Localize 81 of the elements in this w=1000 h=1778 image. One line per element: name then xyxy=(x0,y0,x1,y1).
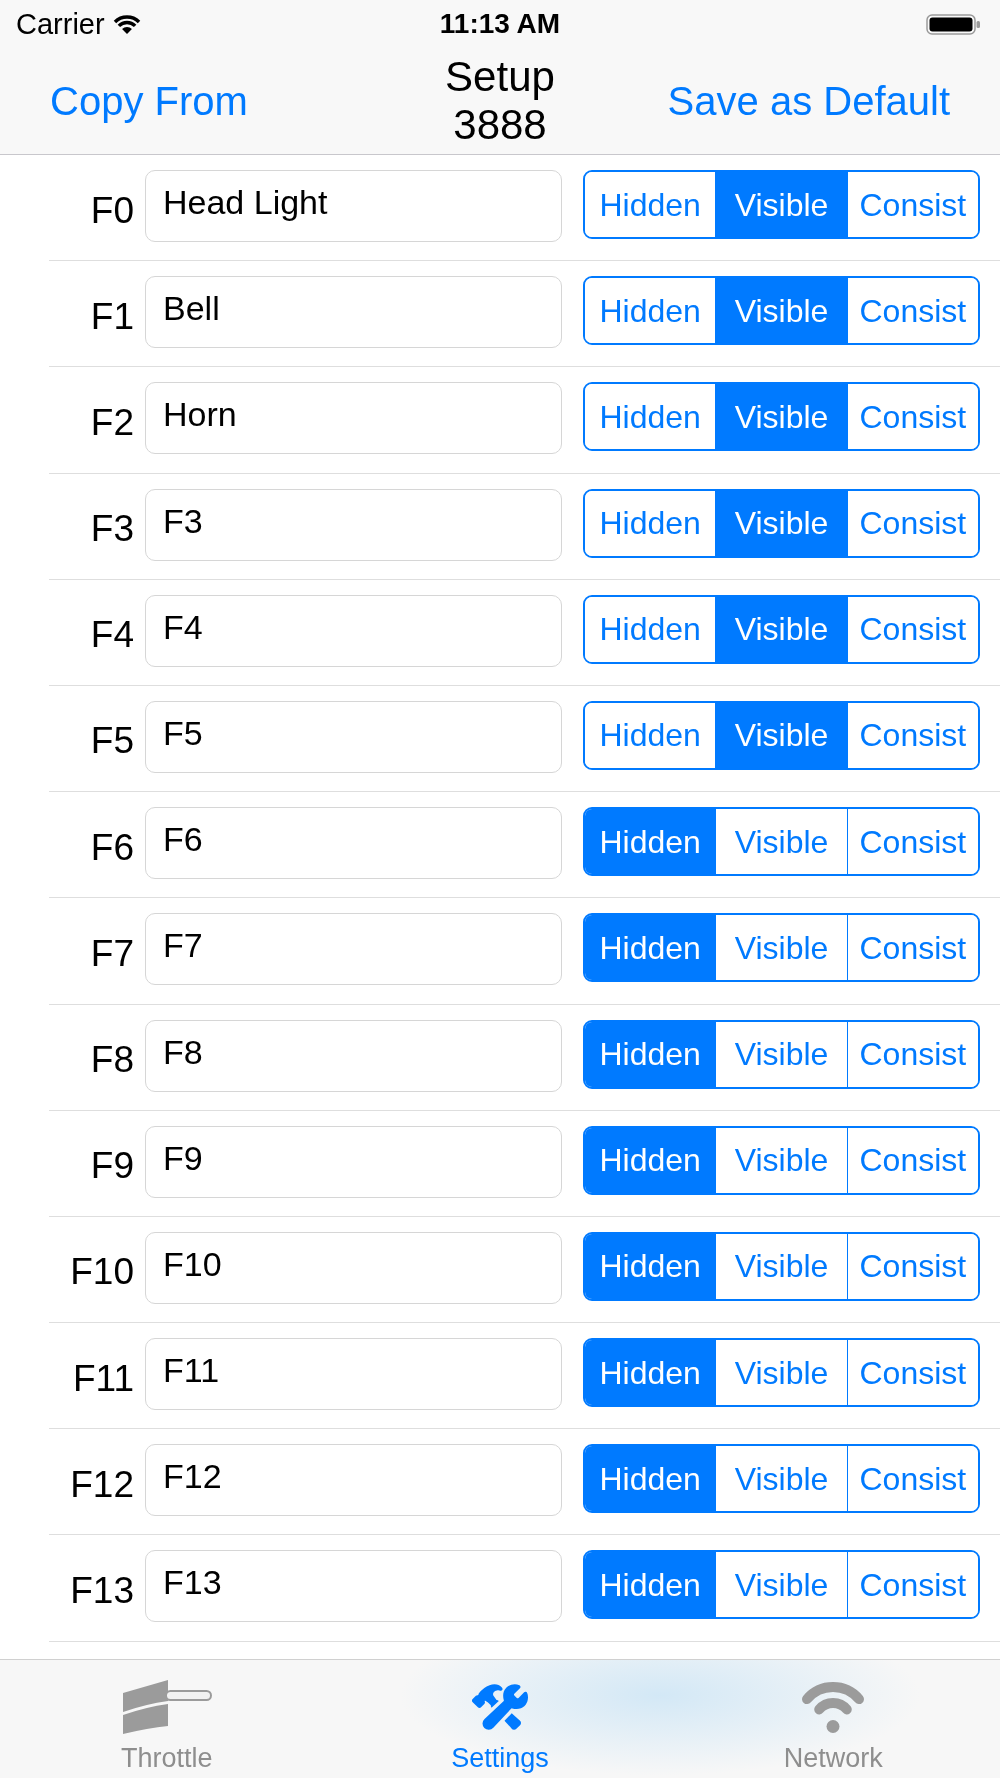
save-as-default-button[interactable]: Save as Default xyxy=(667,81,950,121)
segment-button[interactable]: Hidden xyxy=(585,1021,716,1087)
text-field[interactable]: F10 xyxy=(145,1231,562,1304)
segment-button[interactable]: Visible xyxy=(715,278,847,344)
tab-bar-item[interactable]: Network xyxy=(666,1660,1000,1778)
function-label: F0 xyxy=(90,191,134,229)
segment-button[interactable]: Hidden xyxy=(585,1446,716,1512)
segment-button[interactable]: Consist xyxy=(846,172,978,237)
carrier-label: Carrier xyxy=(16,9,105,39)
segment-button[interactable]: Consist xyxy=(846,1127,978,1193)
text-field[interactable]: F11 xyxy=(145,1338,562,1411)
function-label: F5 xyxy=(90,722,134,760)
segment-button[interactable]: Hidden xyxy=(585,809,716,875)
segmented-control[interactable]: Hidden Visible Consist xyxy=(583,1338,980,1408)
battery-icon xyxy=(926,13,981,35)
segmented-control[interactable]: Hidden Visible Consist xyxy=(583,913,980,983)
text-field[interactable]: Bell xyxy=(145,276,562,349)
segment-button[interactable]: Hidden xyxy=(585,915,716,981)
throttle-lever-icon xyxy=(121,1678,212,1735)
text-field[interactable]: F4 xyxy=(145,594,562,667)
text-field[interactable]: F3 xyxy=(145,488,562,561)
segmented-control[interactable]: Hidden Visible Consist xyxy=(583,700,980,770)
segment-button[interactable]: Visible xyxy=(715,596,847,662)
segment-button[interactable]: Consist xyxy=(846,702,978,768)
function-label: F9 xyxy=(90,1147,134,1185)
segment-button[interactable]: Consist xyxy=(846,278,978,344)
segment-button[interactable]: Consist xyxy=(846,1021,978,1087)
tab-bar-item[interactable]: Throttle xyxy=(0,1660,334,1778)
function-label: F11 xyxy=(73,1359,134,1397)
segment-button[interactable]: Consist xyxy=(846,596,978,662)
segmented-control[interactable]: Hidden Visible Consist xyxy=(583,1550,980,1620)
segment-button[interactable]: Consist xyxy=(846,809,978,875)
nav-title: Setup 3888 xyxy=(444,53,556,149)
segment-button[interactable]: Consist xyxy=(846,1233,978,1299)
function-label: F7 xyxy=(90,934,134,972)
text-field[interactable]: F7 xyxy=(145,913,562,986)
segmented-control[interactable]: Hidden Visible Consist xyxy=(583,807,980,877)
clock-time: 11:13 AM xyxy=(439,10,561,38)
segmented-control[interactable]: Hidden Visible Consist xyxy=(583,170,980,239)
text-field[interactable]: F8 xyxy=(145,1019,562,1092)
segment-button[interactable]: Consist xyxy=(846,1446,978,1512)
function-label: F6 xyxy=(90,828,134,866)
function-label: F10 xyxy=(70,1253,134,1291)
segment-button[interactable]: Visible xyxy=(715,702,847,768)
text-field[interactable]: F13 xyxy=(145,1550,562,1623)
segment-button[interactable]: Hidden xyxy=(585,1233,716,1299)
wifi-icon xyxy=(112,13,141,35)
segmented-control[interactable]: Hidden Visible Consist xyxy=(583,1019,980,1089)
segment-button[interactable]: Hidden xyxy=(585,1340,716,1406)
text-field[interactable]: F6 xyxy=(145,807,562,880)
function-label: F8 xyxy=(90,1041,134,1078)
segmented-control[interactable]: Hidden Visible Consist xyxy=(583,488,980,558)
text-field[interactable]: Horn xyxy=(145,382,562,455)
segment-button[interactable]: Visible xyxy=(715,172,847,237)
segment-button[interactable]: Consist xyxy=(846,1552,978,1618)
segmented-control[interactable]: Hidden Visible Consist xyxy=(583,1444,980,1514)
text-field[interactable]: F5 xyxy=(145,700,562,773)
function-label: F12 xyxy=(70,1465,134,1503)
function-label: F4 xyxy=(90,616,134,654)
segment-button[interactable]: Hidden xyxy=(585,1127,716,1193)
segmented-control[interactable]: Hidden Visible Consist xyxy=(583,594,980,664)
function-label: F13 xyxy=(70,1571,134,1609)
segment-button[interactable]: Visible xyxy=(715,490,847,556)
segmented-control[interactable]: Hidden Visible Consist xyxy=(583,382,980,452)
segmented-control[interactable]: Hidden Visible Consist xyxy=(583,276,980,346)
text-field[interactable]: F9 xyxy=(145,1125,562,1198)
function-label: F2 xyxy=(90,403,134,441)
segment-button[interactable]: Hidden xyxy=(585,1552,716,1618)
segment-button[interactable]: Consist xyxy=(846,490,978,556)
segmented-control[interactable]: Hidden Visible Consist xyxy=(583,1231,980,1301)
segmented-control[interactable]: Hidden Visible Consist xyxy=(583,1125,980,1195)
copy-from-button[interactable]: Copy From xyxy=(50,81,248,121)
function-label: F1 xyxy=(90,297,134,335)
segment-button[interactable]: Visible xyxy=(715,384,847,450)
text-field[interactable]: Head Light xyxy=(145,170,562,242)
function-label: F3 xyxy=(90,510,134,548)
text-field[interactable]: F12 xyxy=(145,1444,562,1517)
tab-bar-item[interactable]: Settings xyxy=(333,1660,667,1778)
segment-button[interactable]: Consist xyxy=(846,1340,978,1406)
segment-button[interactable]: Consist xyxy=(846,915,978,981)
segment-button[interactable]: Consist xyxy=(846,384,978,450)
